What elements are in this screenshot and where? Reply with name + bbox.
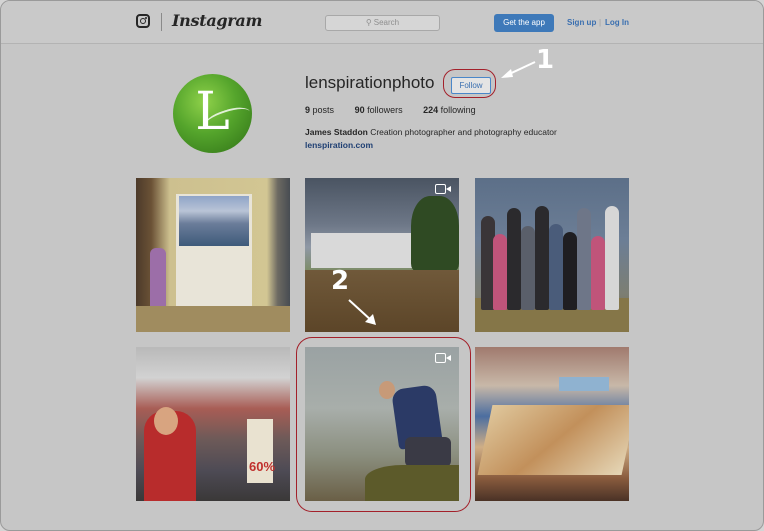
photo-game-cards	[559, 377, 609, 391]
get-the-app-button[interactable]: Get the app	[494, 14, 554, 32]
profile-username: lenspirationphoto	[305, 73, 435, 92]
followers-stat[interactable]: 90 followers	[355, 105, 403, 115]
posts-count: 9	[305, 105, 311, 115]
posts-stat: 9 posts	[305, 105, 334, 115]
post-tile-calendar[interactable]	[136, 178, 290, 332]
search-input[interactable]: ⚲ Search	[325, 15, 440, 31]
profile-website-link[interactable]: lenspiration.com	[305, 140, 373, 150]
instagram-wordmark[interactable]: Instagram	[172, 11, 262, 30]
nav-separator: |	[599, 18, 602, 27]
followers-count: 90	[354, 105, 365, 115]
profile-bio-text: Creation photographer and photography ed…	[370, 127, 557, 137]
followers-label: followers	[367, 105, 403, 115]
photo-sign-number: 60%	[249, 459, 276, 474]
photo-leaf-ground	[305, 270, 459, 332]
posts-label: posts	[312, 105, 335, 115]
video-camera-icon	[435, 184, 451, 194]
post-highlight-ring	[296, 337, 471, 512]
photo-desk	[136, 306, 290, 332]
callout-arrow-2	[348, 299, 376, 325]
post-tile-family[interactable]	[475, 178, 629, 332]
instagram-camera-icon[interactable]	[136, 14, 150, 28]
following-label: following	[440, 105, 476, 115]
profile-stats: 9 posts 90 followers 224 following	[305, 105, 494, 115]
photo-family-group	[479, 206, 627, 310]
photo-tree	[411, 196, 459, 271]
post-tile-board-game[interactable]	[475, 347, 629, 501]
profile-bio: James Staddon Creation photographer and …	[305, 127, 557, 137]
post-tile-store[interactable]: 60%	[136, 347, 290, 501]
following-stat[interactable]: 224 following	[423, 105, 476, 115]
follow-highlight-ring	[443, 69, 496, 98]
post-tile-building-video[interactable]	[305, 178, 459, 332]
search-placeholder: Search	[373, 18, 400, 27]
logo-divider	[161, 13, 162, 31]
sign-up-link[interactable]: Sign up	[567, 18, 596, 27]
following-count: 224	[423, 105, 439, 115]
photo-calendar-landscape	[179, 196, 249, 246]
callout-arrow-1	[501, 61, 536, 78]
profile-full-name: James Staddon	[305, 127, 368, 137]
callout-number-2: 2	[331, 266, 350, 296]
photo-white-building	[311, 233, 417, 268]
app-window: Instagram ⚲ Search Get the app Sign up | …	[0, 0, 764, 531]
log-in-link[interactable]: Log In	[605, 18, 629, 27]
photo-game-board	[477, 405, 629, 475]
search-icon: ⚲	[365, 18, 372, 27]
top-navigation-bar: Instagram ⚲ Search Get the app Sign up | …	[1, 1, 763, 44]
profile-avatar[interactable]: L	[173, 74, 252, 153]
photo-boy-face	[154, 407, 178, 435]
